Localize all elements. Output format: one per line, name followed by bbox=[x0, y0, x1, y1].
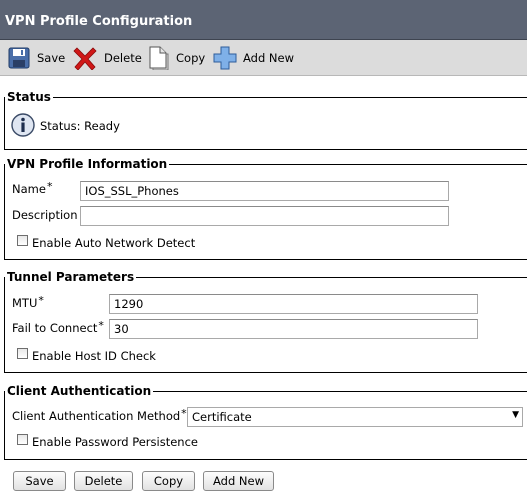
name-label: Name* bbox=[12, 180, 53, 196]
client-authentication-legend: Client Authentication bbox=[7, 384, 152, 398]
toolbar-copy-button[interactable]: Copy bbox=[147, 46, 205, 70]
toolbar-save-button[interactable]: Save bbox=[7, 46, 65, 70]
page-title: VPN Profile Configuration bbox=[5, 14, 193, 29]
name-input[interactable] bbox=[80, 181, 449, 201]
client-auth-method-value: Certificate bbox=[192, 410, 252, 424]
delete-icon bbox=[73, 47, 97, 70]
host-id-check-label: Enable Host ID Check bbox=[32, 349, 156, 363]
description-label: Description bbox=[12, 208, 78, 222]
toolbar-save-label: Save bbox=[37, 51, 66, 65]
status-text: Status: Ready bbox=[40, 119, 120, 133]
copy-icon bbox=[149, 46, 169, 70]
toolbar-add-new-label: Add New bbox=[243, 51, 295, 65]
toolbar-add-new-button[interactable]: Add New bbox=[213, 46, 295, 70]
auto-network-detect-checkbox[interactable] bbox=[17, 235, 28, 246]
required-marker: * bbox=[181, 407, 187, 420]
client-auth-method-select[interactable]: Certificate ▼ bbox=[187, 407, 523, 427]
host-id-check-checkbox[interactable] bbox=[17, 348, 28, 359]
tunnel-parameters-legend: Tunnel Parameters bbox=[7, 270, 135, 284]
client-auth-method-label: Client Authentication Method* bbox=[12, 407, 187, 423]
copy-button[interactable]: Copy bbox=[142, 471, 195, 491]
add-icon bbox=[213, 46, 237, 70]
required-marker: * bbox=[46, 180, 53, 193]
delete-button[interactable]: Delete bbox=[74, 471, 133, 491]
required-marker: * bbox=[98, 319, 104, 332]
save-icon bbox=[8, 47, 30, 69]
fail-to-connect-input[interactable] bbox=[109, 319, 478, 339]
toolbar-copy-label: Copy bbox=[176, 51, 206, 65]
toolbar-delete-button[interactable]: Delete bbox=[73, 46, 142, 70]
description-input[interactable] bbox=[80, 206, 449, 226]
mtu-label: MTU* bbox=[12, 294, 44, 310]
chevron-down-icon: ▼ bbox=[512, 410, 519, 420]
toolbar: Save Delete Copy Add New bbox=[0, 40, 527, 76]
fail-to-connect-label: Fail to Connect* bbox=[12, 319, 104, 335]
required-marker: * bbox=[38, 294, 44, 307]
status-legend: Status bbox=[7, 90, 51, 104]
save-button[interactable]: Save bbox=[13, 471, 66, 491]
title-bar: VPN Profile Configuration bbox=[0, 0, 527, 40]
vpn-profile-legend: VPN Profile Information bbox=[7, 157, 168, 171]
password-persistence-checkbox[interactable] bbox=[17, 434, 28, 445]
password-persistence-label: Enable Password Persistence bbox=[32, 435, 198, 449]
mtu-input[interactable] bbox=[109, 294, 478, 314]
toolbar-delete-label: Delete bbox=[104, 51, 142, 65]
auto-network-detect-label: Enable Auto Network Detect bbox=[32, 236, 196, 250]
add-new-button[interactable]: Add New bbox=[203, 471, 274, 491]
info-icon bbox=[11, 113, 35, 137]
